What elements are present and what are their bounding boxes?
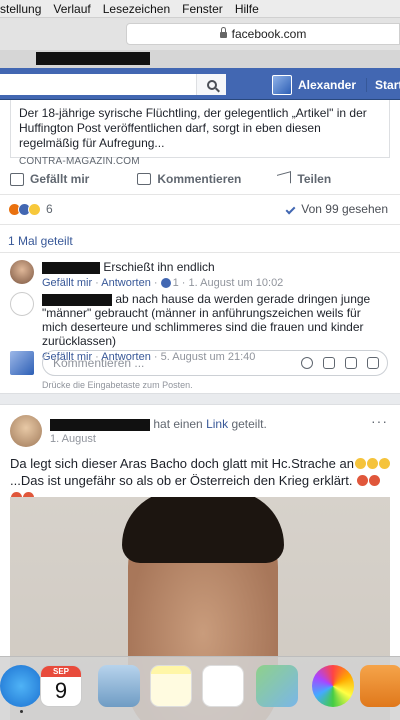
camera-icon[interactable] — [323, 357, 335, 369]
post-header-end: geteilt. — [231, 417, 267, 431]
share-button[interactable]: Teilen — [277, 168, 331, 190]
comment-date[interactable]: 1. August um 10:02 — [189, 277, 284, 289]
reminders-icon[interactable] — [202, 665, 244, 707]
search-button[interactable] — [196, 74, 226, 95]
avatar — [272, 75, 292, 95]
comment-hint: Drücke die Eingabetaste zum Posten. — [42, 380, 193, 390]
search-input[interactable] — [0, 74, 226, 95]
mail-icon[interactable] — [98, 665, 140, 707]
sticker-icon[interactable] — [367, 357, 379, 369]
like-button[interactable]: Gefällt mir — [10, 168, 89, 190]
calendar-day: 9 — [54, 678, 68, 703]
menu-item-hilfe[interactable]: Hilfe — [235, 2, 259, 16]
post-link[interactable]: Link — [206, 417, 228, 431]
profile-link[interactable]: Alexander Startsei — [272, 75, 400, 95]
hair-image — [122, 497, 284, 563]
laughing-emoji-icon — [354, 458, 366, 469]
post-text-line2: ...Das ist ungefähr so als ob er Österre… — [10, 473, 353, 488]
comment-button[interactable]: Kommentieren — [137, 168, 241, 190]
post-card: Der 18-jährige syrische Flüchtling, der … — [0, 100, 400, 394]
divider — [0, 252, 400, 253]
redacted-tab[interactable] — [36, 52, 150, 65]
redacted-name[interactable] — [42, 261, 100, 274]
laughing-emoji-icon — [378, 458, 390, 469]
comment: Erschießt ihn endlich Gefällt mir · Antw… — [10, 260, 390, 290]
laughing-emoji-icon — [366, 458, 378, 469]
comment-icon — [137, 173, 152, 185]
comment-reaction-count: 1 — [172, 277, 179, 289]
avatar[interactable] — [10, 292, 34, 316]
comment-text-rest: gebraucht (männer in anführungszeichen w… — [42, 306, 364, 348]
running-indicator — [20, 710, 23, 713]
address-text: facebook.com — [231, 27, 307, 41]
post-header-suffix: hat einen — [153, 417, 203, 431]
like-label: Gefällt mir — [30, 172, 90, 186]
like-reaction-icon — [160, 278, 171, 289]
home-link[interactable]: Startsei — [366, 78, 400, 92]
comment-tools — [301, 357, 379, 369]
link-domain: CONTRA-MAGAZIN.COM — [19, 156, 140, 167]
comment-body: Erschießt ihn endlich Gefällt mir · Antw… — [42, 260, 388, 290]
browser-toolbar: facebook.com — [0, 18, 400, 68]
menu-item-fenster[interactable]: Fenster — [182, 2, 223, 16]
comment-like-link[interactable]: Gefällt mir — [42, 277, 92, 289]
new-comment: Kommentieren ... — [10, 350, 390, 376]
avatar — [10, 351, 34, 375]
angry-emoji-icon — [357, 475, 369, 486]
link-preview[interactable]: Der 18-jährige syrische Flüchtling, der … — [10, 100, 390, 167]
lock-icon — [219, 27, 227, 38]
post-text-line1: Da legt sich dieser Aras Bacho doch glat… — [10, 456, 354, 471]
post-header: hat einen Link geteilt. — [50, 417, 267, 431]
seen-by[interactable]: Von 99 gesehen — [285, 202, 388, 216]
more-options-button[interactable]: ··· — [371, 413, 388, 429]
seen-by-text: Von 99 gesehen — [301, 202, 388, 216]
menu-item-lesezeichen[interactable]: Lesezeichen — [103, 2, 170, 16]
comment-label: Kommentieren — [157, 172, 242, 186]
redacted-name[interactable] — [42, 293, 112, 306]
redacted-name[interactable] — [50, 418, 150, 431]
profile-name: Alexander — [298, 78, 357, 92]
comment-text: Erschießt ihn endlich — [103, 260, 215, 274]
notes-icon[interactable] — [150, 665, 192, 707]
search-icon — [206, 79, 217, 90]
check-icon — [285, 204, 296, 214]
comment-placeholder: Kommentieren ... — [53, 356, 145, 370]
address-bar[interactable]: facebook.com — [126, 23, 400, 45]
shares-link[interactable]: 1 Mal geteilt — [8, 234, 73, 248]
reaction-summary[interactable]: 6 — [8, 202, 53, 216]
maps-icon[interactable] — [256, 665, 298, 707]
post-actions: Gefällt mir Kommentieren Teilen — [0, 168, 400, 190]
dock: SEP 9 — [0, 656, 400, 720]
calendar-icon[interactable]: SEP 9 — [40, 665, 82, 707]
menu-item-darstellung[interactable]: stellung — [0, 2, 41, 16]
menu-item-verlauf[interactable]: Verlauf — [53, 2, 90, 16]
comment-input[interactable]: Kommentieren ... — [42, 350, 388, 376]
avatar[interactable] — [10, 260, 34, 284]
divider — [0, 194, 400, 195]
post-date[interactable]: 1. August — [50, 433, 96, 445]
angry-emoji-icon — [369, 475, 381, 486]
tab-strip — [0, 50, 400, 68]
gif-icon[interactable] — [345, 357, 357, 369]
emoji-icon[interactable] — [301, 357, 313, 369]
reaction-count: 6 — [46, 202, 53, 216]
safari-icon[interactable] — [0, 665, 42, 707]
share-icon — [277, 171, 292, 187]
calendar-month: SEP — [41, 666, 81, 677]
menu-bar: stellung Verlauf Lesezeichen Fenster Hil… — [0, 0, 400, 18]
pages-icon[interactable] — [360, 665, 400, 707]
divider — [0, 224, 400, 225]
comment: ab nach hause da werden gerade dringen j… — [10, 292, 390, 363]
photos-icon[interactable] — [312, 665, 354, 707]
comment-meta: Gefällt mir · Antworten · 1 · 1. August … — [42, 277, 284, 289]
comment-reply-link[interactable]: Antworten — [101, 277, 151, 289]
share-label: Teilen — [297, 172, 332, 186]
avatar[interactable] — [10, 415, 42, 447]
haha-reaction-icon — [28, 202, 41, 216]
thumbs-up-icon — [10, 172, 24, 186]
link-description: Der 18-jährige syrische Flüchtling, der … — [19, 106, 367, 150]
facebook-header: Alexander Startsei — [0, 68, 400, 100]
